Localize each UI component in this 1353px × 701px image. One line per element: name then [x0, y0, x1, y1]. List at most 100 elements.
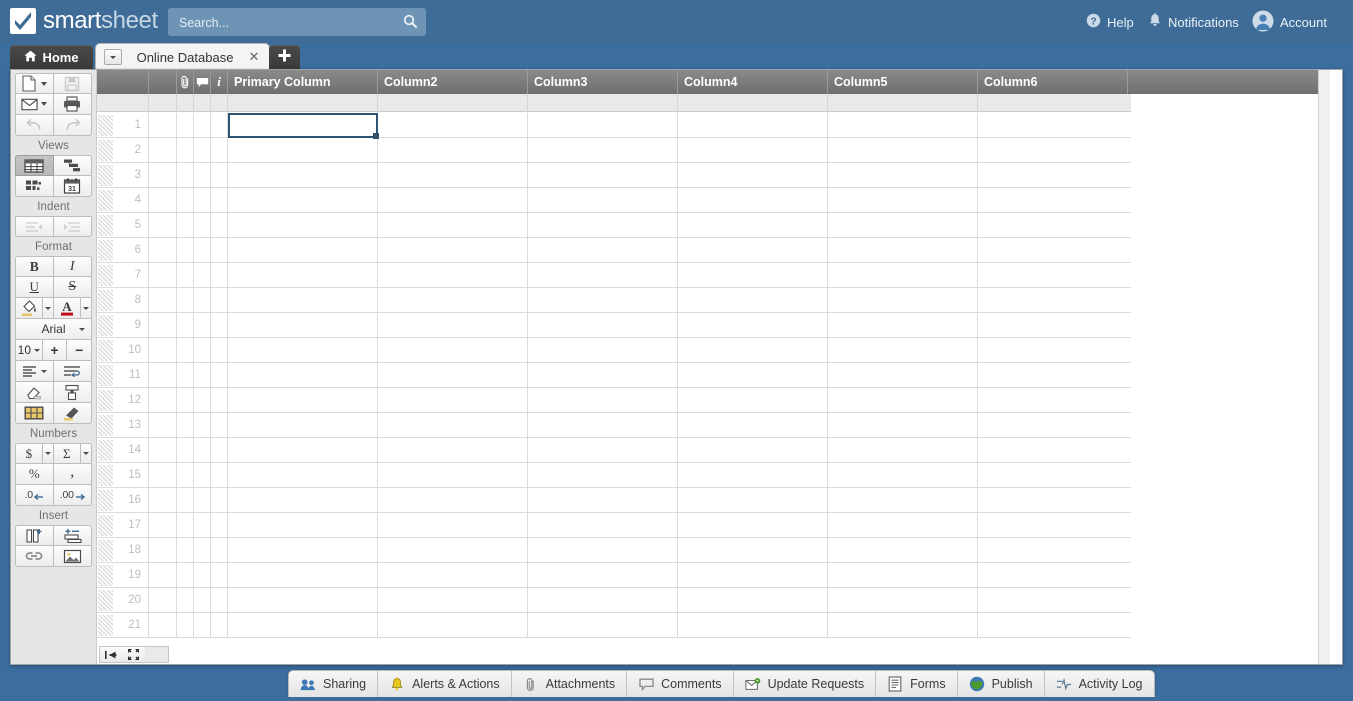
redo-button[interactable]	[53, 115, 92, 136]
highlight-button[interactable]	[53, 403, 92, 424]
table-row[interactable]: 8	[97, 288, 1131, 313]
cell-primary-column-row17[interactable]	[228, 513, 378, 538]
cell-column4-row17[interactable]	[678, 513, 828, 538]
table-row[interactable]: 19	[97, 563, 1131, 588]
comment-cell[interactable]	[194, 163, 211, 188]
account-button[interactable]: Account	[1252, 10, 1327, 33]
cell-column5-row9[interactable]	[828, 313, 978, 338]
indent-button[interactable]	[53, 216, 92, 237]
attachment-cell[interactable]	[177, 513, 194, 538]
cell-column6-row21[interactable]	[978, 613, 1128, 638]
row-drag-handle[interactable]	[98, 490, 113, 511]
attachment-cell[interactable]	[177, 288, 194, 313]
cell-column4-row8[interactable]	[678, 288, 828, 313]
cell-column2-row11[interactable]	[378, 363, 528, 388]
cell-primary-column-row21[interactable]	[228, 613, 378, 638]
cell-column6-row4[interactable]	[978, 188, 1128, 213]
cell-column4-row4[interactable]	[678, 188, 828, 213]
wrap-text-button[interactable]	[53, 361, 92, 382]
cell-column6-row19[interactable]	[978, 563, 1128, 588]
smartsheet-logo[interactable]: smartsheet	[10, 5, 158, 37]
cell-column4-row16[interactable]	[678, 488, 828, 513]
underline-button[interactable]: U	[15, 277, 54, 298]
cell-column2-row2[interactable]	[378, 138, 528, 163]
insert-row-button[interactable]	[53, 525, 92, 546]
notifications-button[interactable]: Notifications	[1148, 11, 1239, 33]
comment-cell[interactable]	[194, 488, 211, 513]
new-tab-button[interactable]	[269, 45, 300, 69]
attachment-cell[interactable]	[177, 388, 194, 413]
row-gutter[interactable]: 7	[97, 263, 149, 287]
cell-column5-row12[interactable]	[828, 388, 978, 413]
comment-cell[interactable]	[194, 463, 211, 488]
row-drag-handle[interactable]	[98, 215, 113, 236]
row-gutter[interactable]: 13	[97, 413, 149, 437]
cell-column4-row19[interactable]	[678, 563, 828, 588]
cell-column4-row18[interactable]	[678, 538, 828, 563]
cell-column2-row16[interactable]	[378, 488, 528, 513]
increase-decimal-button[interactable]: .00	[53, 485, 92, 506]
cell-column2-row6[interactable]	[378, 238, 528, 263]
row-gutter[interactable]: 1	[97, 113, 149, 137]
cell-column4-row6[interactable]	[678, 238, 828, 263]
comment-cell[interactable]	[194, 513, 211, 538]
cell-column3-row19[interactable]	[528, 563, 678, 588]
cell-primary-column-row12[interactable]	[228, 388, 378, 413]
row-actions-cell[interactable]	[149, 288, 177, 313]
cell-primary-column-row8[interactable]	[228, 288, 378, 313]
cell-primary-column-row9[interactable]	[228, 313, 378, 338]
attachment-cell[interactable]	[177, 113, 194, 138]
sheet-grid[interactable]: i Primary Column Column2 Column3 Column4…	[97, 70, 1330, 664]
decrease-font-size-button[interactable]: −	[67, 340, 92, 361]
header-attachment-column[interactable]	[177, 70, 194, 94]
cell-column2-row3[interactable]	[378, 163, 528, 188]
cell-column6-row10[interactable]	[978, 338, 1128, 363]
comment-cell[interactable]	[194, 288, 211, 313]
comment-cell[interactable]	[194, 138, 211, 163]
copy-formatting-button[interactable]	[53, 382, 92, 403]
row-gutter[interactable]: 4	[97, 188, 149, 212]
cell-column3-row13[interactable]	[528, 413, 678, 438]
comment-cell[interactable]	[194, 388, 211, 413]
cell-column2-row10[interactable]	[378, 338, 528, 363]
cell-column6-row15[interactable]	[978, 463, 1128, 488]
table-row[interactable]: 21	[97, 613, 1131, 638]
attachment-cell[interactable]	[177, 588, 194, 613]
cell-column5-row2[interactable]	[828, 138, 978, 163]
row-actions-cell[interactable]	[149, 363, 177, 388]
cell-column6-row16[interactable]	[978, 488, 1128, 513]
row-actions-cell[interactable]	[149, 138, 177, 163]
cell-column5-row14[interactable]	[828, 438, 978, 463]
cell-column3-row17[interactable]	[528, 513, 678, 538]
attachment-cell[interactable]	[177, 238, 194, 263]
new-button[interactable]	[15, 73, 54, 94]
info-cell[interactable]	[211, 388, 228, 413]
tab-online-database[interactable]: Online Database ✕	[95, 43, 270, 70]
cell-column3-row3[interactable]	[528, 163, 678, 188]
row-gutter[interactable]: 9	[97, 313, 149, 337]
cell-column5-row7[interactable]	[828, 263, 978, 288]
bottom-bar-forms-button[interactable]: Forms	[876, 671, 958, 697]
cell-column2-row12[interactable]	[378, 388, 528, 413]
comment-cell[interactable]	[194, 238, 211, 263]
comment-cell[interactable]	[194, 188, 211, 213]
row-actions-cell[interactable]	[149, 388, 177, 413]
cell-column4-row12[interactable]	[678, 388, 828, 413]
bottom-bar-update-requests-button[interactable]: + Update Requests	[733, 671, 877, 697]
row-gutter[interactable]: 8	[97, 288, 149, 312]
attachment-cell[interactable]	[177, 488, 194, 513]
table-row[interactable]: 12	[97, 388, 1131, 413]
info-cell[interactable]	[211, 463, 228, 488]
cell-primary-column-row20[interactable]	[228, 588, 378, 613]
row-drag-handle[interactable]	[98, 340, 113, 361]
cell-column5-row11[interactable]	[828, 363, 978, 388]
align-button[interactable]	[15, 361, 54, 382]
row-actions-cell[interactable]	[149, 463, 177, 488]
cell-primary-column-row15[interactable]	[228, 463, 378, 488]
header-primary-column[interactable]: Primary Column	[228, 70, 378, 94]
insert-link-button[interactable]	[15, 546, 54, 567]
info-cell[interactable]	[211, 488, 228, 513]
card-view-button[interactable]	[15, 176, 54, 197]
header-row-number[interactable]	[97, 70, 149, 94]
attachment-cell[interactable]	[177, 338, 194, 363]
